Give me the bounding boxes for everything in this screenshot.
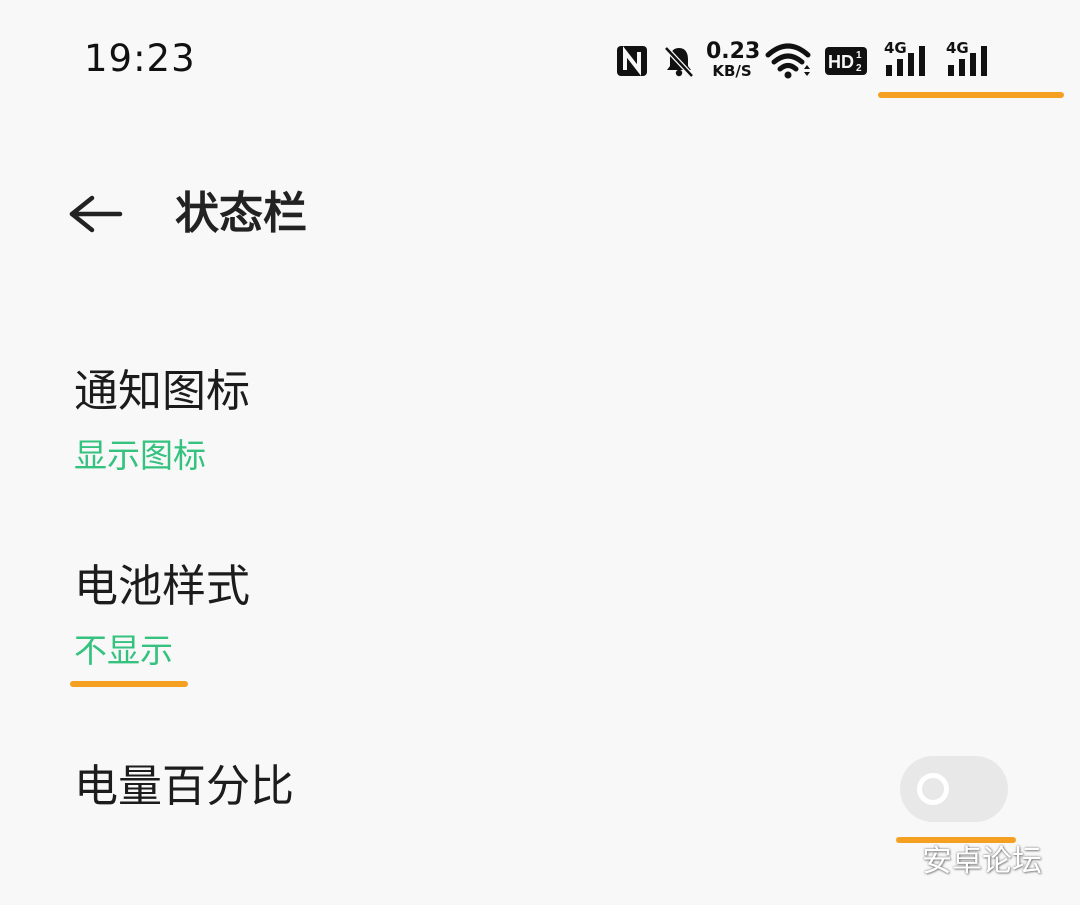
- bell-muted-icon: [660, 40, 698, 82]
- watermark: 安卓论坛: [922, 844, 1042, 879]
- setting-battery-style[interactable]: 电池样式 不显示: [0, 555, 1080, 685]
- page-header: 状态栏: [0, 160, 1080, 270]
- battery-percentage-toggle[interactable]: [900, 756, 1008, 822]
- setting-notification-icons[interactable]: 通知图标 显示图标: [0, 360, 1080, 490]
- setting-title: 电池样式: [74, 561, 250, 612]
- hd-label: HD: [828, 52, 854, 72]
- back-button[interactable]: [64, 190, 128, 238]
- hd-sup: 1: [856, 50, 862, 61]
- hd-voice-icon: HD 1 2: [824, 40, 868, 82]
- sim2-signal-icon: 4G: [946, 41, 996, 79]
- wifi-icon: [764, 40, 814, 82]
- highlight-underline-signal: [878, 92, 1064, 98]
- setting-value: 显示图标: [74, 436, 206, 475]
- network-speed-unit: KB/S: [712, 62, 752, 80]
- status-time: 19:23: [84, 37, 196, 80]
- network-speed: 0.23 KB/S: [706, 39, 761, 80]
- toggle-knob: [917, 773, 949, 805]
- sim1-signal-icon: 4G: [884, 41, 934, 79]
- setting-value: 不显示: [74, 631, 173, 670]
- setting-title: 通知图标: [74, 366, 250, 417]
- nfc-icon: [614, 40, 650, 82]
- network-speed-value: 0.23: [706, 39, 761, 64]
- highlight-underline-toggle: [896, 837, 1016, 843]
- status-bar: 19:23 0.23 KB/S HD 1 2 4G 4G: [0, 0, 1080, 120]
- highlight-underline-battery: [70, 681, 188, 687]
- back-arrow-icon: [69, 195, 123, 233]
- page-title: 状态栏: [175, 188, 307, 239]
- setting-title: 电量百分比: [74, 761, 294, 812]
- hd-sub: 2: [856, 63, 862, 74]
